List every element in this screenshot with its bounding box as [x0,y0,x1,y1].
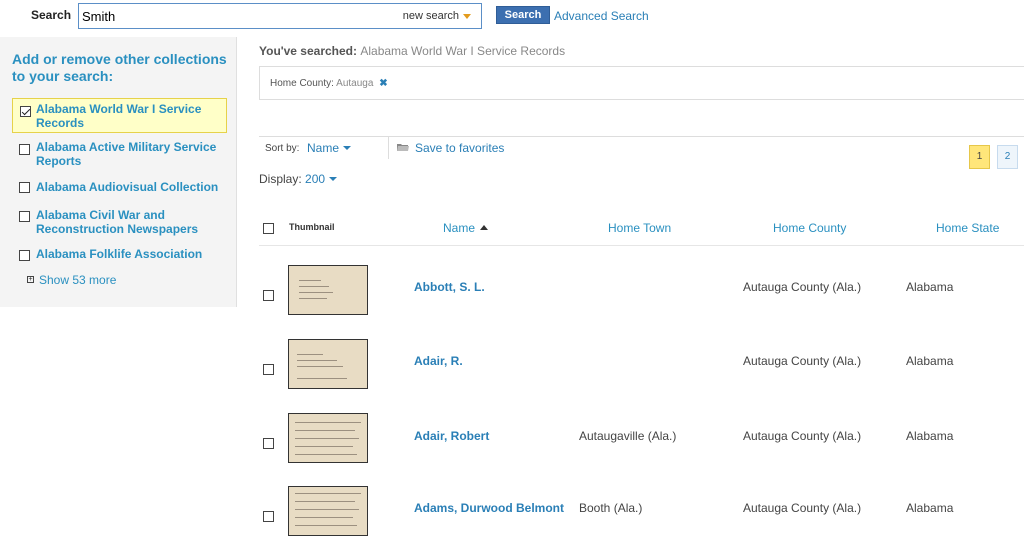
collection-checkbox[interactable] [19,250,30,261]
table-row: Adams, Durwood Belmont Booth (Ala.) Auta… [259,485,1024,545]
record-thumbnail[interactable] [288,413,368,463]
sort-toolbar: Sort by: Name Save to favorites [259,136,1024,159]
facet-home-county: Home County: Autauga ✖ [270,78,388,89]
expand-icon: + [27,276,34,283]
sort-ascending-icon [480,225,489,230]
collection-label[interactable]: Alabama Civil War and Reconstruction New… [36,208,211,236]
record-thumbnail[interactable] [288,265,368,315]
folder-icon [397,144,409,151]
collection-checkbox[interactable] [20,106,31,117]
row-checkbox[interactable] [263,511,274,522]
collection-item-civil-war-newspapers[interactable]: Alabama Civil War and Reconstruction New… [12,208,227,238]
facet-value: Autauga [336,78,374,89]
select-all-checkbox[interactable] [263,223,274,234]
search-mode-dropdown[interactable]: new search [402,10,471,22]
record-home-town: Autaugaville (Ala.) [579,429,677,443]
collection-label[interactable]: Alabama Active Military Service Reports [36,140,221,168]
record-home-state: Alabama [906,280,954,294]
record-name-link[interactable]: Adair, Robert [414,429,489,443]
chevron-down-icon [463,14,471,19]
header-divider [259,245,1024,246]
sort-value: Name [307,141,340,155]
show-more-link[interactable]: + Show 53 more [27,273,117,287]
record-thumbnail[interactable] [288,486,368,536]
record-name-link[interactable]: Abbott, S. L. [414,280,485,294]
show-more-label: Show 53 more [39,273,117,287]
record-thumbnail[interactable] [288,339,368,389]
column-header-name[interactable]: Name [443,221,489,235]
collection-checkbox[interactable] [19,144,30,155]
record-name-link[interactable]: Adair, R. [414,354,463,368]
column-header-thumbnail: Thumbnail [289,222,335,232]
collection-item-ww1-service-records[interactable]: Alabama World War I Service Records [12,98,227,133]
table-row: Abbott, S. L. Autauga County (Ala.) Alab… [259,264,1024,324]
collection-checkbox[interactable] [19,211,30,222]
record-home-county: Autauga County (Ala.) [743,501,862,515]
search-mode-label: new search [402,10,459,22]
collection-item-folklife[interactable]: Alabama Folklife Association [12,247,227,265]
collection-item-active-military[interactable]: Alabama Active Military Service Reports [12,140,227,170]
search-label: Search [31,8,72,22]
table-row: Adair, R. Autauga County (Ala.) Alabama [259,338,1024,398]
column-header-name-label: Name [443,221,476,235]
record-home-county: Autauga County (Ala.) [743,280,862,294]
collection-checkbox[interactable] [19,182,30,193]
page-2-button[interactable]: 2 [997,145,1018,169]
collection-label[interactable]: Alabama Folklife Association [36,247,221,261]
collections-sidebar: Add or remove other collections to your … [0,37,237,307]
advanced-search-link[interactable]: Advanced Search [554,9,649,23]
row-checkbox[interactable] [263,364,274,375]
sidebar-title: Add or remove other collections to your … [12,51,227,84]
collection-label[interactable]: Alabama Audiovisual Collection [36,180,221,194]
search-input[interactable] [82,6,372,26]
save-to-favorites-link[interactable]: Save to favorites [397,141,505,155]
record-home-county: Autauga County (Ala.) [743,354,862,368]
row-checkbox[interactable] [263,290,274,301]
facet-field: Home County: [270,78,334,89]
divider [388,137,389,159]
chevron-down-icon [329,177,338,181]
column-header-home-state[interactable]: Home State [936,221,999,235]
active-facets: Home County: Autauga ✖ [259,66,1024,100]
search-button[interactable]: Search [496,6,550,24]
sort-label: Sort by: [265,143,300,154]
column-header-home-town[interactable]: Home Town [608,221,671,235]
record-home-county: Autauga County (Ala.) [743,429,862,443]
record-name-link[interactable]: Adams, Durwood Belmont [414,501,564,515]
remove-facet-icon[interactable]: ✖ [379,78,387,89]
table-row: Adair, Robert Autaugaville (Ala.) Autaug… [259,412,1024,472]
display-value: 200 [305,172,326,186]
display-label: Display: [259,172,302,186]
record-home-state: Alabama [906,354,954,368]
page-1-button[interactable]: 1 [969,145,990,169]
chevron-down-icon [343,146,352,150]
record-home-town: Booth (Ala.) [579,501,643,515]
row-checkbox[interactable] [263,438,274,449]
searched-query: Alabama World War I Service Records [360,44,566,58]
record-home-state: Alabama [906,501,954,515]
searched-summary: You've searched: Alabama World War I Ser… [259,44,565,58]
search-box[interactable]: new search [78,3,482,29]
record-home-state: Alabama [906,429,954,443]
display-count: Display: 200 [259,172,338,186]
collection-item-audiovisual[interactable]: Alabama Audiovisual Collection [12,180,227,198]
collection-label[interactable]: Alabama World War I Service Records [36,102,221,130]
column-header-home-county[interactable]: Home County [773,221,846,235]
top-search-bar: Search new search Search Advanced Search [0,0,1024,34]
sort-dropdown[interactable]: Name [307,141,352,155]
display-dropdown[interactable]: 200 [305,172,338,186]
favorites-label: Save to favorites [415,141,505,155]
searched-prefix: You've searched: [259,44,358,58]
